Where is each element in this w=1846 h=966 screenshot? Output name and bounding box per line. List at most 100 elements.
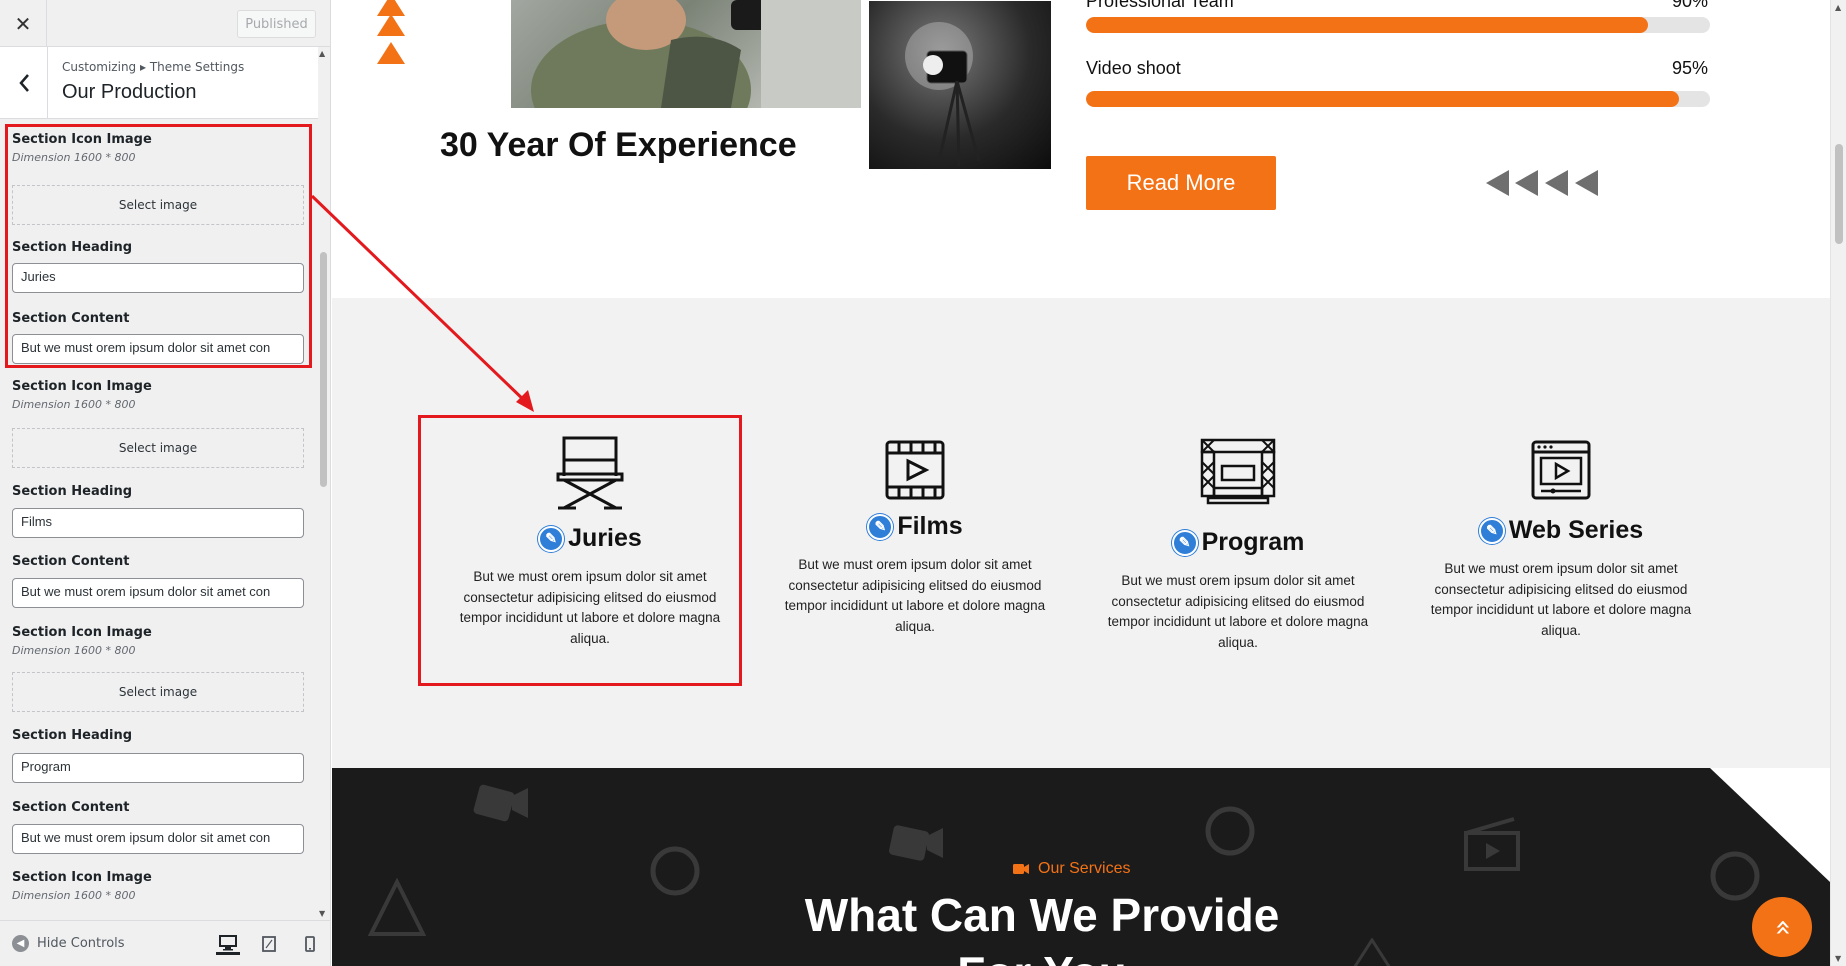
control-label: Section Icon Image <box>12 379 152 394</box>
feature-title-text: Web Series <box>1508 516 1644 544</box>
section-heading-label: Section Heading <box>12 484 133 499</box>
control-label: Section Icon Image <box>12 625 152 640</box>
cameraman-photo <box>511 0 861 108</box>
skill-label: Video shoot <box>1086 58 1181 78</box>
published-button[interactable]: Published <box>237 10 316 38</box>
skill-progress-fill <box>1086 91 1679 107</box>
mobile-preview-button[interactable] <box>298 933 322 955</box>
close-customizer-button[interactable]: ✕ <box>0 0 47 47</box>
highlight-box-preview <box>418 415 742 686</box>
double-chevron-up-icon: » <box>1765 918 1799 936</box>
experience-heading: 30 Year Of Experience <box>440 126 797 164</box>
section-content-label: Section Content <box>12 800 130 815</box>
customizer-footer: ◀ Hide Controls <box>0 920 330 966</box>
desktop-icon <box>219 934 237 950</box>
edit-pencil-icon[interactable]: ✎ <box>1478 517 1505 544</box>
control-description: Dimension 1600 * 800 <box>12 644 136 657</box>
video-camera-icon <box>1013 864 1029 874</box>
chevron-left-icon <box>18 73 29 92</box>
feature-text: But we must orem ipsum dolor sit amet co… <box>1107 573 1369 650</box>
left-arrow-decor-icon <box>1486 170 1509 196</box>
feature-card-program: ✎ Program But we must orem ipsum dolor s… <box>1093 436 1383 653</box>
collapse-arrow-icon: ◀ <box>12 935 29 952</box>
feature-title: ✎ Web Series <box>1416 516 1706 545</box>
section-icon-image-control: Section Icon Image Dimension 1600 * 800 <box>12 870 304 902</box>
skill-percent: 95% <box>1672 58 1709 78</box>
services-heading: What Can We Provide <box>804 889 1280 941</box>
scroll-down-arrow-icon[interactable]: ▼ <box>1835 954 1841 963</box>
feature-text: But we must orem ipsum dolor sit amet co… <box>1430 561 1692 638</box>
scroll-up-arrow-icon[interactable]: ▲ <box>319 49 325 58</box>
customizer-header: ✕ Published <box>0 0 330 47</box>
site-preview: 30 Year Of Experience Professional Team … <box>332 0 1830 966</box>
scroll-to-top-button[interactable]: » <box>1752 897 1812 957</box>
left-arrow-decor-icon <box>1515 170 1538 196</box>
control-description: Dimension 1600 * 800 <box>12 889 136 902</box>
skill-percent: 90% <box>1672 0 1709 11</box>
services-section: Our Services What Can We Provide For You <box>332 768 1830 966</box>
left-arrow-decor-icon <box>1575 170 1598 196</box>
services-heading-line2: For You <box>332 946 1752 966</box>
feature-title: ✎ Program <box>1093 528 1383 557</box>
scroll-up-arrow-icon[interactable]: ▲ <box>1835 3 1841 12</box>
feature-title-text: Program <box>1201 528 1305 556</box>
hide-controls-label: Hide Controls <box>37 936 125 951</box>
skill-progress-bar <box>1086 17 1710 33</box>
camera-decor-icon <box>473 784 528 822</box>
scroll-down-arrow-icon[interactable]: ▼ <box>319 909 325 918</box>
edit-pencil-icon[interactable]: ✎ <box>1171 529 1198 556</box>
film-play-icon <box>885 440 945 500</box>
control-description: Dimension 1600 * 800 <box>12 398 136 411</box>
page-scroll-thumb[interactable] <box>1835 144 1843 244</box>
feature-card-web-series: ✎ Web Series But we must orem ipsum dolo… <box>1416 438 1706 641</box>
cameraman-illustration <box>531 0 861 108</box>
services-tag: Our Services <box>1012 860 1130 878</box>
section-icon-image-control: Section Icon Image Dimension 1600 * 800 <box>12 625 304 657</box>
section-heading-field[interactable]: Films <box>12 508 304 538</box>
studio-light-illustration <box>905 22 981 167</box>
orange-triangle-decor <box>377 14 405 36</box>
stage-icon <box>1200 438 1276 505</box>
feature-text: But we must orem ipsum dolor sit amet co… <box>784 557 1046 634</box>
section-content-field[interactable]: But we must orem ipsum dolor sit amet co… <box>12 824 304 854</box>
tablet-icon <box>262 936 276 952</box>
services-tag-label: Our Services <box>1038 860 1131 877</box>
select-image-button[interactable]: Select image <box>12 672 304 712</box>
skill-label: Professional Team <box>1086 0 1234 11</box>
sidebar-scroll-thumb[interactable] <box>320 252 327 487</box>
studio-light-photo <box>869 1 1051 169</box>
panel-title: Our Production <box>62 81 197 103</box>
feature-title-text: Films <box>897 512 963 540</box>
feature-card-films: ✎ Films But we must orem ipsum dolor sit… <box>770 438 1060 637</box>
feature-title: ✎ Films <box>770 512 1060 541</box>
close-icon: ✕ <box>14 11 32 36</box>
tablet-preview-button[interactable] <box>257 933 281 955</box>
section-heading-label: Section Heading <box>12 728 133 743</box>
clapperboard-decor-icon <box>1464 817 1520 871</box>
circle-decor-icon <box>1205 806 1255 856</box>
mobile-icon <box>305 936 315 952</box>
camera-decor-icon <box>889 825 943 861</box>
left-arrow-decor-icon <box>1545 170 1568 196</box>
read-more-button[interactable]: Read More <box>1086 156 1276 210</box>
customizer-app: ✕ Published Customizing ▸ Theme Settings… <box>0 0 1846 966</box>
hide-controls-button[interactable]: ◀ Hide Controls <box>12 935 125 952</box>
web-video-icon <box>1531 440 1591 500</box>
back-button[interactable] <box>0 47 48 118</box>
control-label: Section Icon Image <box>12 870 152 885</box>
section-heading-field[interactable]: Program <box>12 753 304 783</box>
page-scrollbar[interactable]: ▲ ▼ <box>1830 0 1846 966</box>
section-content-label: Section Content <box>12 554 130 569</box>
skill-progress-fill <box>1086 17 1648 33</box>
breadcrumb: Customizing ▸ Theme Settings <box>62 60 245 74</box>
desktop-preview-button[interactable] <box>216 933 240 955</box>
sidebar-scrollbar[interactable]: ▲ ▼ <box>318 47 330 920</box>
section-icon-image-control: Section Icon Image Dimension 1600 * 800 <box>12 379 304 411</box>
panel-header: Customizing ▸ Theme Settings Our Product… <box>0 47 318 119</box>
section-content-field[interactable]: But we must orem ipsum dolor sit amet co… <box>12 578 304 608</box>
select-image-button[interactable]: Select image <box>12 428 304 468</box>
edit-pencil-icon[interactable]: ✎ <box>867 513 894 540</box>
customizer-sidebar: ✕ Published Customizing ▸ Theme Settings… <box>0 0 331 966</box>
highlight-box-sidebar <box>5 124 312 368</box>
skill-progress-bar <box>1086 91 1710 107</box>
